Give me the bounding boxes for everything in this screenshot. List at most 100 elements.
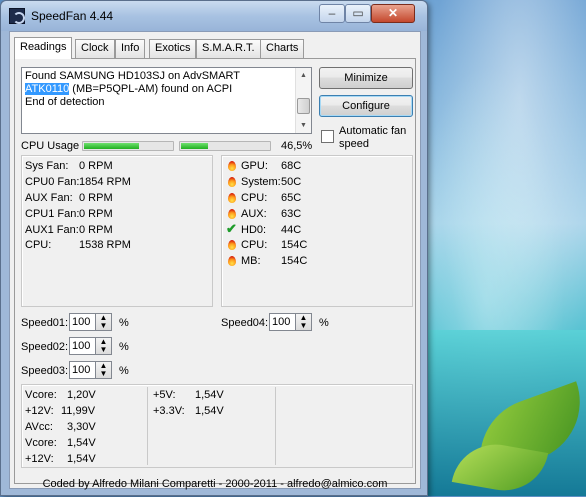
flame-icon	[227, 160, 237, 172]
fan-name: CPU:	[25, 239, 52, 251]
speed-value[interactable]: 100	[72, 364, 90, 376]
automatic-fan-speed-checkbox[interactable]	[321, 130, 334, 143]
scroll-down-arrow-icon[interactable]: ▼	[296, 118, 311, 133]
temp-value: 50C	[281, 176, 302, 188]
speed-label: Speed02:	[21, 341, 69, 353]
cpu-usage-bar-fill	[181, 143, 208, 149]
close-window-button[interactable]: ✕	[371, 4, 415, 23]
log-line: ATK0110 (MB=P5QPL-AM) found on ACPI	[25, 83, 232, 96]
voltage-divider	[275, 387, 276, 465]
temp-name: HD0:	[241, 224, 267, 236]
flame-icon	[227, 208, 237, 220]
temp-name: MB:	[241, 255, 261, 267]
check-icon: ✔	[226, 221, 237, 236]
spin-updown-icon[interactable]: ▲ ▼	[95, 314, 111, 330]
log-selected-text: ATK0110	[25, 83, 70, 95]
speed-value[interactable]: 100	[72, 316, 90, 328]
fan-value: 0 RPM	[79, 224, 113, 236]
cpu-usage-value: 46,5%	[281, 140, 313, 152]
minimize-window-button[interactable]: –	[319, 4, 345, 23]
voltage-name: +12V:	[25, 453, 54, 465]
speedfan-app-icon[interactable]	[9, 8, 25, 24]
flame-icon	[227, 239, 237, 251]
flame-icon	[227, 255, 237, 267]
title-bar[interactable]: SpeedFan 4.44 – ▭ ✕	[1, 1, 427, 31]
fan-value: 0 RPM	[79, 192, 113, 204]
tab-exotics[interactable]: Exotics	[149, 39, 197, 58]
fan-name: AUX1 Fan:	[25, 224, 79, 236]
fan-name: Sys Fan:	[25, 160, 69, 172]
voltage-name: Vcore:	[25, 437, 57, 449]
voltage-name: +12V:	[25, 405, 54, 417]
speed-unit: %	[119, 365, 129, 377]
voltage-name: +3.3V:	[153, 405, 185, 417]
temp-name: CPU:	[241, 192, 268, 204]
automatic-fan-speed-label: Automatic fan speed	[339, 125, 407, 150]
scroll-thumb[interactable]	[297, 98, 310, 114]
cpu-usage-bar	[179, 141, 271, 151]
fan-name: AUX Fan:	[25, 192, 73, 204]
speed-label: Speed03:	[21, 365, 69, 377]
tab-info[interactable]: Info	[115, 39, 146, 58]
minimize-button[interactable]: Minimize	[319, 67, 413, 89]
temp-value: 68C	[281, 160, 302, 172]
voltage-value: 11,99V	[61, 405, 96, 417]
speed03-spinner[interactable]: 100 ▲ ▼	[69, 361, 112, 379]
fan-value: 0 RPM	[79, 208, 113, 220]
configure-button[interactable]: Configure	[319, 95, 413, 117]
fan-value: 1538 RPM	[79, 239, 131, 251]
tab-clock[interactable]: Clock	[75, 39, 115, 58]
speed-label: Speed04:	[221, 317, 269, 329]
voltage-name: AVcc:	[25, 421, 53, 433]
voltage-value: 1,20V	[67, 389, 96, 401]
temp-value: 154C	[281, 239, 308, 251]
log-scrollbar[interactable]: ▲ ▼	[295, 68, 311, 133]
temp-name: CPU:	[241, 239, 268, 251]
tab-charts[interactable]: Charts	[260, 39, 305, 58]
fan-name: CPU1 Fan:	[25, 208, 80, 220]
flame-icon	[227, 192, 237, 204]
voltage-value: 1,54V	[67, 453, 96, 465]
temp-value: 44C	[281, 224, 302, 236]
window-title: SpeedFan 4.44	[31, 9, 114, 23]
spin-updown-icon[interactable]: ▲ ▼	[95, 362, 111, 378]
voltage-value: 1,54V	[195, 389, 224, 401]
voltage-divider	[147, 387, 148, 465]
temp-value: 63C	[281, 208, 302, 220]
temp-value: 65C	[281, 192, 302, 204]
voltage-name: Vcore:	[25, 389, 57, 401]
speed04-spinner[interactable]: 100 ▲ ▼	[269, 313, 312, 331]
speed-value[interactable]: 100	[272, 316, 290, 328]
voltage-value: 1,54V	[67, 437, 96, 449]
speedfan-window: SpeedFan 4.44 – ▭ ✕ Readings Clock Info …	[0, 0, 428, 496]
speed01-spinner[interactable]: 100 ▲ ▼	[69, 313, 112, 331]
temp-name: AUX:	[241, 208, 267, 220]
tab-readings[interactable]: Readings	[14, 37, 73, 59]
speed-unit: %	[119, 317, 129, 329]
log-line: End of detection	[25, 96, 105, 108]
voltage-value: 3,30V	[67, 421, 96, 433]
speed-unit: %	[319, 317, 329, 329]
cpu-usage-label: CPU Usage	[21, 140, 80, 152]
cpu-usage-bar-fill	[84, 143, 139, 149]
temp-value: 154C	[281, 255, 308, 267]
spin-updown-icon[interactable]: ▲ ▼	[95, 338, 111, 354]
scroll-up-arrow-icon[interactable]: ▲	[296, 68, 311, 83]
temp-name: System:	[241, 176, 281, 188]
temp-name: GPU:	[241, 160, 268, 172]
fan-value: 1854 RPM	[79, 176, 131, 188]
spin-updown-icon[interactable]: ▲ ▼	[295, 314, 311, 330]
speed-unit: %	[119, 341, 129, 353]
speed-value[interactable]: 100	[72, 340, 90, 352]
log-line-text: (MB=P5QPL-AM) found on ACPI	[69, 83, 233, 95]
voltage-value: 1,54V	[195, 405, 224, 417]
detection-log[interactable]: Found SAMSUNG HD103SJ on AdvSMART ATK011…	[21, 67, 312, 134]
tab-smart[interactable]: S.M.A.R.T.	[196, 39, 261, 58]
maximize-window-button[interactable]: ▭	[345, 4, 371, 23]
fan-value: 0 RPM	[79, 160, 113, 172]
voltage-name: +5V:	[153, 389, 176, 401]
log-line: Found SAMSUNG HD103SJ on AdvSMART	[25, 70, 240, 82]
speed02-spinner[interactable]: 100 ▲ ▼	[69, 337, 112, 355]
cpu-usage-bar	[82, 141, 174, 151]
flame-icon	[227, 176, 237, 188]
